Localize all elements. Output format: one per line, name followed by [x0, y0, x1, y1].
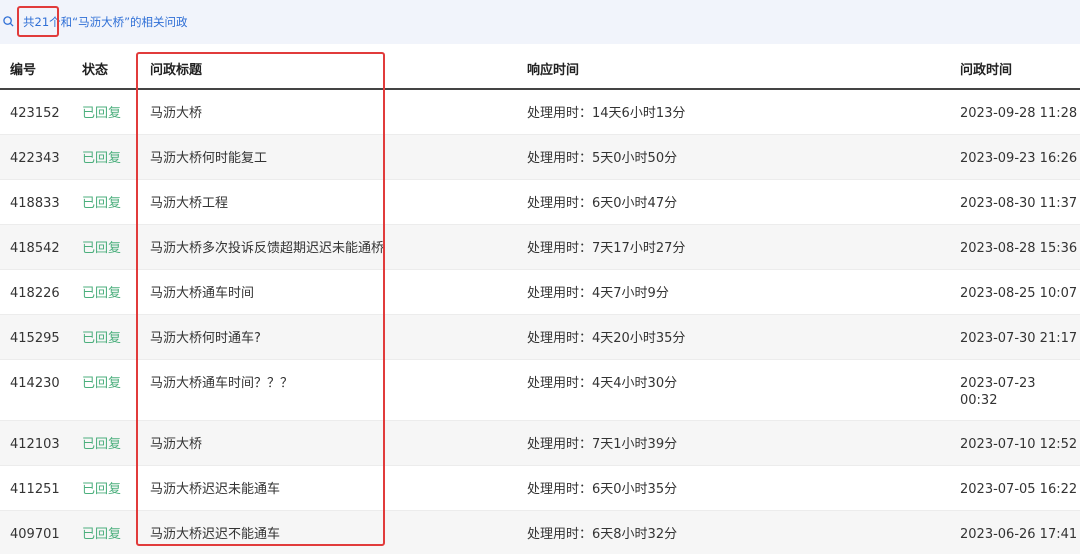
row-response-time: 处理用时：6天8小时32分: [527, 527, 678, 542]
row-response-time: 处理用时：6天0小时47分: [527, 196, 678, 211]
column-header-id: 编号: [10, 63, 37, 78]
column-header-inquiry-time: 问政时间: [960, 63, 1013, 78]
row-response-time: 处理用时：7天1小时39分: [527, 437, 678, 452]
row-id: 412103: [10, 437, 60, 452]
row-title-link[interactable]: 马沥大桥何时通车?: [150, 330, 261, 347]
row-id: 415295: [10, 331, 60, 346]
row-id: 418542: [10, 241, 60, 256]
search-result-summary: 共21个和“马沥大桥”的相关问政: [23, 15, 188, 29]
row-inquiry-time: 2023-09-28 11:28: [960, 106, 1078, 121]
row-id: 414230: [10, 376, 60, 391]
row-id: 409701: [10, 527, 60, 542]
row-id: 422343: [10, 151, 60, 166]
row-response-time: 处理用时：4天20小时35分: [527, 331, 686, 346]
row-inquiry-time: 2023-07-30 21:17: [960, 331, 1078, 346]
row-title-link[interactable]: 马沥大桥多次投诉反馈超期迟迟未能通桥: [150, 240, 384, 257]
table-row[interactable]: 409701 已回复 马沥大桥迟迟不能通车 处理用时：6天8小时32分 2023…: [0, 511, 1080, 554]
column-header-status: 状态: [82, 63, 109, 78]
row-inquiry-time: 2023-07-23 00:32: [960, 376, 1036, 408]
row-title-link[interactable]: 马沥大桥通车时间？？？: [150, 375, 293, 392]
row-inquiry-time: 2023-08-25 10:07: [960, 286, 1078, 301]
row-title-link[interactable]: 马沥大桥何时能复工: [150, 150, 267, 167]
row-response-time: 处理用时：5天0小时50分: [527, 151, 678, 166]
row-title-link[interactable]: 马沥大桥: [150, 105, 202, 122]
row-status: 已回复: [82, 527, 122, 542]
row-inquiry-time: 2023-06-26 17:41: [960, 527, 1078, 542]
row-status: 已回复: [82, 437, 122, 452]
row-inquiry-time: 2023-09-23 16:26: [960, 151, 1078, 166]
row-status: 已回复: [82, 241, 122, 256]
table-row[interactable]: 411251 已回复 马沥大桥迟迟未能通车 处理用时：6天0小时35分 2023…: [0, 466, 1080, 511]
row-title-link[interactable]: 马沥大桥迟迟不能通车: [150, 526, 280, 543]
row-inquiry-time: 2023-08-28 15:36: [960, 241, 1078, 256]
row-status: 已回复: [82, 106, 122, 121]
row-id: 418226: [10, 286, 60, 301]
row-response-time: 处理用时：4天4小时30分: [527, 376, 678, 391]
column-header-title: 问政标题: [150, 63, 203, 78]
search-icon[interactable]: [3, 16, 14, 27]
row-status: 已回复: [82, 482, 122, 497]
row-status: 已回复: [82, 376, 122, 391]
row-response-time: 处理用时：4天7小时9分: [527, 286, 669, 301]
row-inquiry-time: 2023-07-10 12:52: [960, 437, 1078, 452]
row-response-time: 处理用时：14天6小时13分: [527, 106, 686, 121]
row-status: 已回复: [82, 196, 122, 211]
row-id: 411251: [10, 482, 60, 497]
table-row[interactable]: 418833 已回复 马沥大桥工程 处理用时：6天0小时47分 2023-08-…: [0, 180, 1080, 225]
row-inquiry-time: 2023-07-05 16:22: [960, 482, 1078, 497]
row-status: 已回复: [82, 331, 122, 346]
search-summary-bar: 共21个和“马沥大桥”的相关问政: [0, 0, 1080, 44]
table-row[interactable]: 414230 已回复 马沥大桥通车时间？？？ 处理用时：4天4小时30分 202…: [0, 360, 1080, 421]
row-title-link[interactable]: 马沥大桥迟迟未能通车: [150, 481, 280, 498]
column-header-response-time: 响应时间: [527, 63, 580, 78]
table-row[interactable]: 418226 已回复 马沥大桥通车时间 处理用时：4天7小时9分 2023-08…: [0, 270, 1080, 315]
table-header: 编号 状态 问政标题 响应时间 问政时间: [0, 52, 1080, 90]
row-response-time: 处理用时：6天0小时35分: [527, 482, 678, 497]
table-row[interactable]: 418542 已回复 马沥大桥多次投诉反馈超期迟迟未能通桥 处理用时：7天17小…: [0, 225, 1080, 270]
row-title-link[interactable]: 马沥大桥通车时间: [150, 285, 254, 302]
table-row[interactable]: 415295 已回复 马沥大桥何时通车? 处理用时：4天20小时35分 2023…: [0, 315, 1080, 360]
row-title-link[interactable]: 马沥大桥: [150, 436, 202, 453]
row-status: 已回复: [82, 286, 122, 301]
row-title-link[interactable]: 马沥大桥工程: [150, 195, 228, 212]
table-row[interactable]: 423152 已回复 马沥大桥 处理用时：14天6小时13分 2023-09-2…: [0, 90, 1080, 135]
row-id: 418833: [10, 196, 60, 211]
row-id: 423152: [10, 106, 60, 121]
row-response-time: 处理用时：7天17小时27分: [527, 241, 686, 256]
table-row[interactable]: 422343 已回复 马沥大桥何时能复工 处理用时：5天0小时50分 2023-…: [0, 135, 1080, 180]
row-status: 已回复: [82, 151, 122, 166]
row-inquiry-time: 2023-08-30 11:37: [960, 196, 1078, 211]
table-row[interactable]: 412103 已回复 马沥大桥 处理用时：7天1小时39分 2023-07-10…: [0, 421, 1080, 466]
